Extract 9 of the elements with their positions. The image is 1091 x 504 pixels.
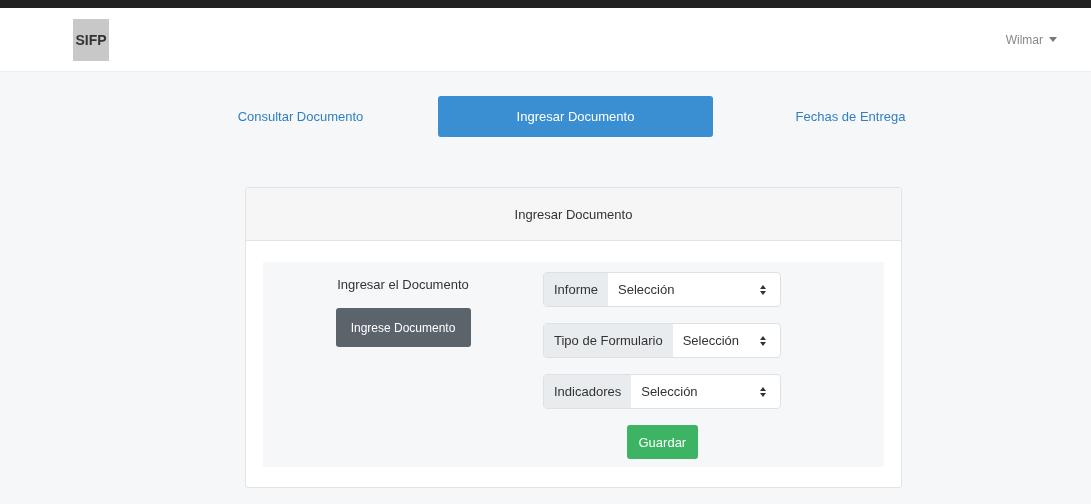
nav-tab[interactable]: Ingresar Documento xyxy=(438,96,713,137)
upload-label: Ingresar el Documento xyxy=(337,277,469,292)
upload-button[interactable]: Ingrese Documento xyxy=(335,308,471,347)
card-header: Ingresar Documento xyxy=(246,188,901,241)
nav-tab[interactable]: Fechas de Entrega xyxy=(713,96,988,137)
caret-icon xyxy=(1049,37,1057,42)
user-menu[interactable]: Wilmar xyxy=(999,31,1063,48)
brand-logo[interactable]: SIFP xyxy=(73,18,109,61)
nav-tab[interactable]: Consultar Documento xyxy=(163,96,438,137)
